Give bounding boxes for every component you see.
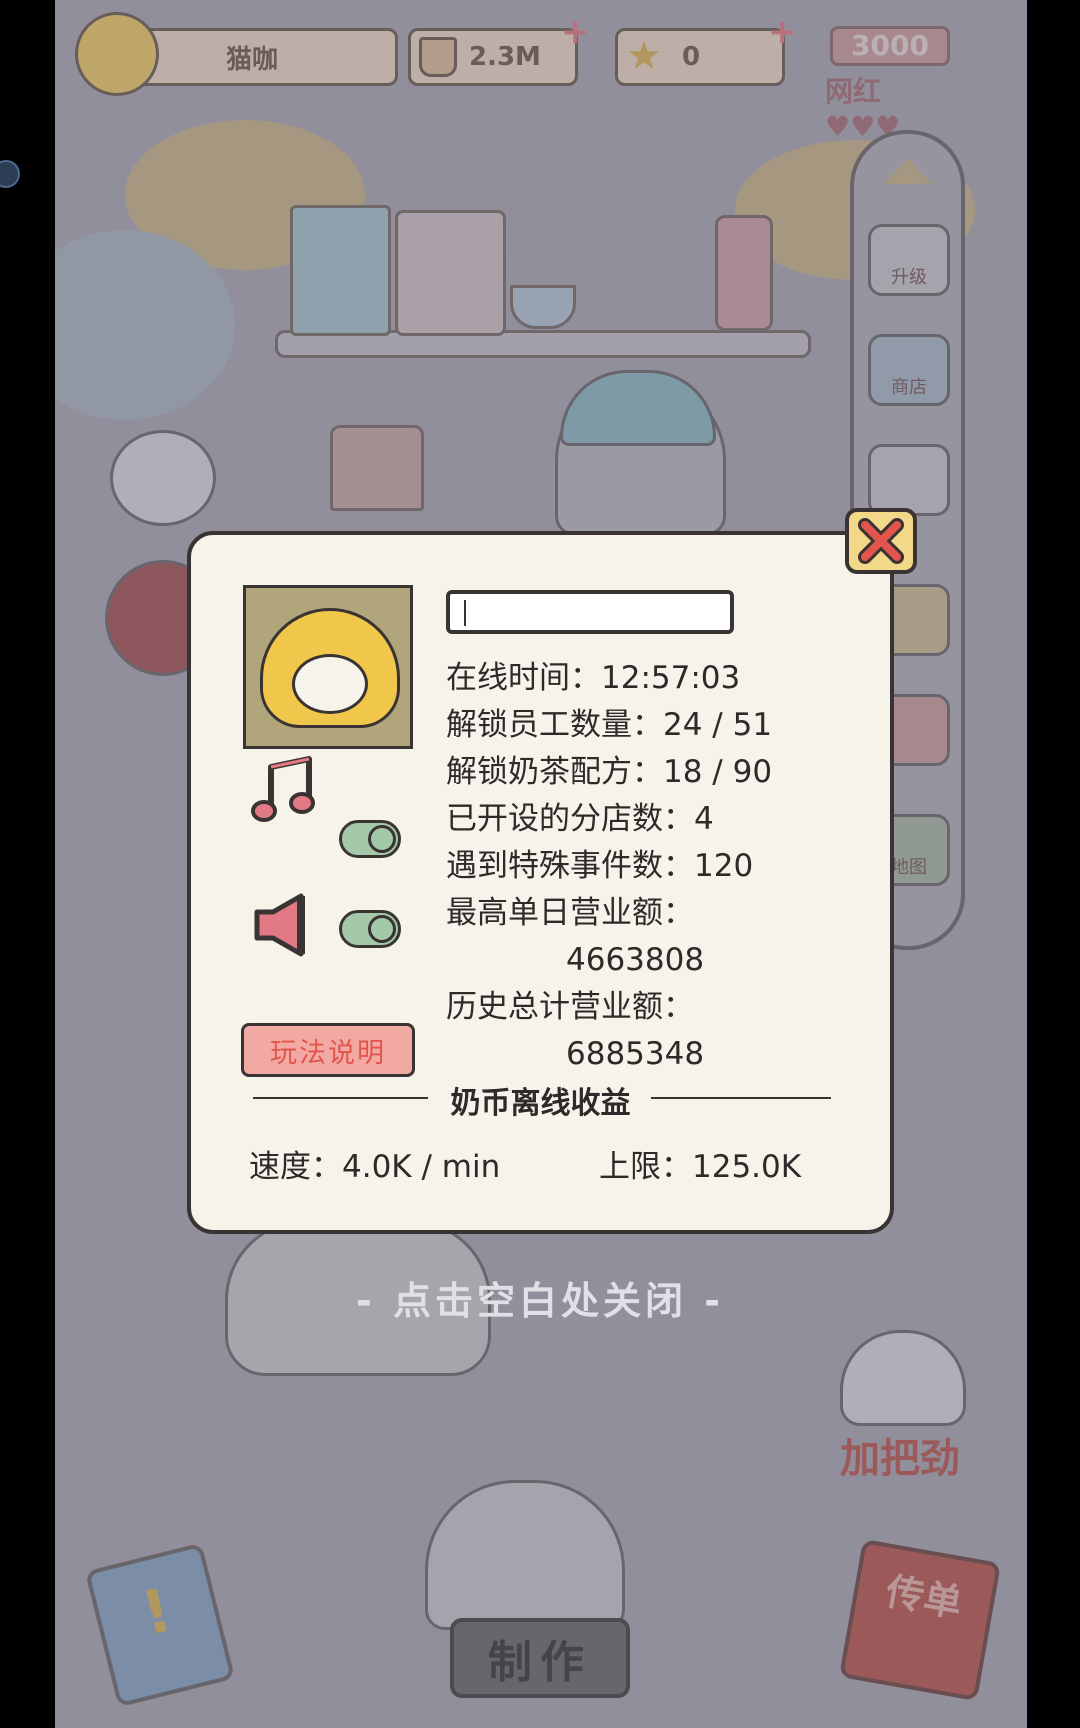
- profile-panel: 在线时间：12:57:03 解锁员工数量：24 / 51 解锁奶茶配方：18 /…: [187, 531, 894, 1234]
- help-button[interactable]: 玩法说明: [241, 1023, 415, 1077]
- speaker-icon: [251, 890, 323, 964]
- text-caret: [464, 600, 466, 626]
- stat-best-day-value: 4663808: [566, 942, 705, 978]
- close-icon: [858, 518, 904, 564]
- music-toggle[interactable]: [339, 820, 401, 858]
- stat-best-day-label: 最高单日营业额：: [446, 895, 694, 931]
- stats-list: 在线时间：12:57:03 解锁员工数量：24 / 51 解锁奶茶配方：18 /…: [446, 655, 866, 1078]
- stat-special-events: 遇到特殊事件数：120: [446, 848, 754, 884]
- chick-face: [292, 654, 368, 714]
- offline-speed: 速度：4.0K / min: [249, 1149, 501, 1185]
- player-name-input[interactable]: [446, 590, 734, 634]
- stat-branches: 已开设的分店数：4: [446, 801, 714, 837]
- stat-recipes-unlocked: 解锁奶茶配方：18 / 90: [446, 754, 773, 790]
- stat-online-time: 在线时间：12:57:03: [446, 660, 741, 696]
- toggle-knob: [368, 915, 396, 943]
- stat-total-label: 历史总计营业额：: [446, 989, 694, 1025]
- offline-earnings-title: 奶币离线收益: [191, 1078, 890, 1122]
- music-note-icon: [251, 755, 321, 831]
- stat-staff-unlocked: 解锁员工数量：24 / 51: [446, 707, 773, 743]
- profile-avatar: [243, 585, 413, 749]
- tap-to-close-hint: - 点击空白处关闭 -: [355, 1279, 724, 1323]
- offline-limit: 上限：125.0K: [599, 1149, 802, 1185]
- sound-toggle[interactable]: [339, 910, 401, 948]
- stat-total-value: 6885348: [566, 1036, 705, 1072]
- floating-indicator: [0, 160, 20, 188]
- toggle-knob: [368, 825, 396, 853]
- close-button[interactable]: [845, 508, 917, 574]
